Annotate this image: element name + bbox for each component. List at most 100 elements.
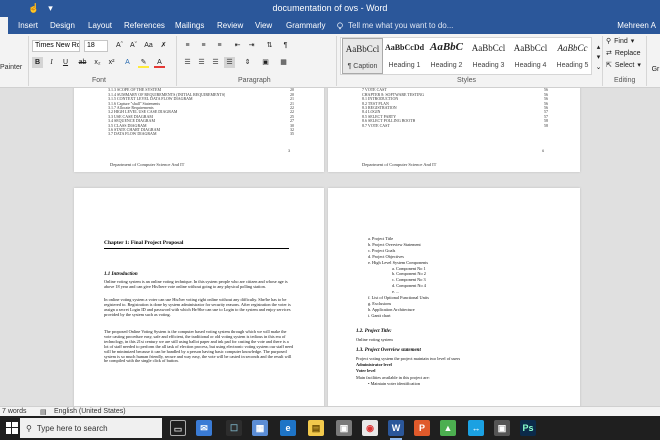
document-area[interactable]: 3.1.2 EXISTING SYSTEM203.1.3 SCOPE OF TH…: [0, 88, 660, 406]
tab-references[interactable]: References: [124, 21, 165, 30]
style-preview: AaBbCcDd: [384, 43, 425, 52]
edge-icon[interactable]: e: [280, 420, 296, 436]
justify-icon[interactable]: ☰: [224, 57, 235, 68]
page-toc-2[interactable]: 6.3 TEST CASE SCENARIO 'VOTE CAST'557 VO…: [328, 88, 580, 172]
style-heading-3[interactable]: AaBbCcl Heading 3: [468, 38, 509, 74]
group-divider: [176, 36, 177, 86]
tab-mailings[interactable]: Mailings: [175, 21, 204, 30]
section-heading: 1.3. Project Overview statement: [356, 348, 421, 353]
photoshop-icon[interactable]: Ps: [520, 420, 536, 436]
shrink-font-icon[interactable]: Aˇ: [128, 40, 139, 51]
app-icon[interactable]: ▣: [336, 420, 352, 436]
page-chapter-1-cont[interactable]: a. Project Title b. Project Overview Sta…: [328, 188, 580, 406]
replace-button[interactable]: ⇄ Replace: [606, 49, 641, 58]
italic-icon[interactable]: I: [46, 57, 57, 68]
word-icon[interactable]: W: [388, 420, 404, 440]
windows-start-icon[interactable]: [6, 422, 18, 434]
window-title: documentation of ovs - Word: [272, 3, 388, 13]
grow-font-icon[interactable]: Aˆ: [114, 40, 125, 51]
format-painter-button[interactable]: Painter: [0, 64, 22, 71]
app-icon-green[interactable]: ▲: [440, 420, 456, 436]
change-case-icon[interactable]: Aa: [143, 40, 154, 51]
tell-me-box[interactable]: Tell me what you want to do...: [336, 21, 453, 30]
language-indicator[interactable]: English (United States): [54, 408, 126, 415]
tab-review[interactable]: Review: [217, 21, 243, 30]
increase-indent-icon[interactable]: ⇥: [246, 40, 257, 51]
font-color-icon[interactable]: A: [154, 57, 165, 68]
borders-icon[interactable]: ▦: [278, 57, 289, 68]
find-button[interactable]: ⚲ Find ▾: [606, 37, 635, 46]
file-explorer-icon[interactable]: ▤: [308, 420, 324, 436]
line-spacing-icon[interactable]: ⇕: [242, 57, 253, 68]
toc-entry[interactable]: 8.7 VOTE CAST 58: [362, 123, 548, 128]
tab-home[interactable]: [0, 17, 8, 34]
select-button[interactable]: ⇱ Select ▾: [606, 61, 641, 70]
text-effects-icon[interactable]: A: [122, 57, 133, 68]
chrome-icon[interactable]: ◉: [362, 420, 378, 436]
clear-formatting-icon[interactable]: ✗: [158, 40, 169, 51]
align-left-icon[interactable]: ☰: [182, 57, 193, 68]
ribbon-tabs: Insert Design Layout References Mailings…: [0, 17, 660, 51]
toc-entry[interactable]: 3.7 DATA FLOW DIAGRAM 35: [108, 132, 294, 137]
show-formatting-marks-icon[interactable]: ¶: [280, 40, 291, 51]
chevron-down-icon: ▾: [637, 62, 641, 69]
shading-icon[interactable]: ▣: [260, 57, 271, 68]
title-bar: ☝ ▾ documentation of ovs - Word: [0, 0, 660, 17]
proofing-icon[interactable]: ▤: [40, 408, 47, 416]
style-heading-2[interactable]: AaBbC Heading 2: [426, 38, 467, 74]
align-center-icon[interactable]: ☰: [196, 57, 207, 68]
paragraph: Project voting system the project mainta…: [356, 356, 461, 361]
tab-design[interactable]: Design: [50, 21, 75, 30]
strikethrough-icon[interactable]: ab: [77, 57, 88, 68]
style-name: Heading 2: [430, 62, 463, 69]
style-heading-1[interactable]: AaBbCcDd Heading 1: [384, 38, 425, 74]
bullets-icon[interactable]: ≡: [182, 40, 193, 51]
taskbar: ⚲ Type here to search ▭ ✉ ☐ ▦ e ▤ ▣ ◉ W …: [0, 416, 660, 440]
styles-gallery: AaBbCcl ¶ Caption AaBbCcDd Heading 1 AaB…: [340, 37, 592, 75]
bold-icon[interactable]: B: [32, 57, 43, 68]
teamviewer-icon[interactable]: ↔: [468, 420, 484, 436]
app-icon-gray[interactable]: ▣: [494, 420, 510, 436]
highlight-color-icon[interactable]: ✎: [138, 57, 149, 68]
font-size-dropdown[interactable]: 18: [84, 40, 108, 52]
user-name[interactable]: Mehreen A: [617, 21, 656, 30]
word-count[interactable]: 7 words: [2, 408, 27, 415]
tab-layout[interactable]: Layout: [88, 21, 112, 30]
underline-icon[interactable]: U: [60, 57, 71, 68]
tab-grammarly[interactable]: Grammarly: [286, 21, 326, 30]
page-toc-1[interactable]: 3.1.2 EXISTING SYSTEM203.1.3 SCOPE OF TH…: [74, 88, 324, 172]
select-icon: ⇱: [606, 62, 612, 69]
styles-group-label: Styles: [457, 77, 477, 84]
chevron-down-icon: ▾: [630, 38, 635, 45]
chapter-heading: Chapter 1: Final Project Proposal: [104, 240, 184, 246]
page-chapter-1[interactable]: Chapter 1: Final Project Proposal 1.1 In…: [74, 188, 324, 406]
multilevel-list-icon[interactable]: ≡: [214, 40, 225, 51]
tab-view[interactable]: View: [255, 21, 272, 30]
task-view-icon[interactable]: ▭: [170, 420, 186, 436]
style-heading-4[interactable]: AaBbCcl Heading 4: [510, 38, 551, 74]
numbering-icon[interactable]: ≡: [198, 40, 209, 51]
section-heading: 1.2. Project Title:: [356, 329, 392, 334]
store-icon[interactable]: ☐: [226, 420, 242, 436]
page-footer: Department of Computer Science And IT: [362, 162, 437, 167]
group-divider: [646, 36, 647, 86]
style-caption[interactable]: AaBbCcl ¶ Caption: [342, 38, 383, 74]
tab-insert[interactable]: Insert: [18, 21, 38, 30]
group-divider: [602, 36, 603, 86]
style-preview: AaBbCcl: [471, 43, 506, 53]
sort-icon[interactable]: ⇅: [264, 40, 275, 51]
taskbar-search[interactable]: ⚲ Type here to search: [20, 418, 162, 438]
grammarly-group[interactable]: Gr: [650, 64, 660, 75]
style-heading-5[interactable]: AaBbCc Heading 5: [552, 38, 593, 74]
decrease-indent-icon[interactable]: ⇤: [232, 40, 243, 51]
find-label: Find: [614, 37, 628, 45]
subscript-icon[interactable]: x₂: [92, 57, 103, 68]
calendar-icon[interactable]: ▦: [252, 420, 268, 436]
powerpoint-icon[interactable]: P: [414, 420, 430, 436]
style-name: Heading 1: [388, 62, 421, 69]
align-right-icon[interactable]: ☰: [210, 57, 221, 68]
superscript-icon[interactable]: x²: [106, 57, 117, 68]
font-name-dropdown[interactable]: Times New Ro: [32, 40, 80, 52]
mail-icon[interactable]: ✉: [196, 420, 212, 436]
list-item: b. Project Overview Statement: [368, 241, 421, 247]
